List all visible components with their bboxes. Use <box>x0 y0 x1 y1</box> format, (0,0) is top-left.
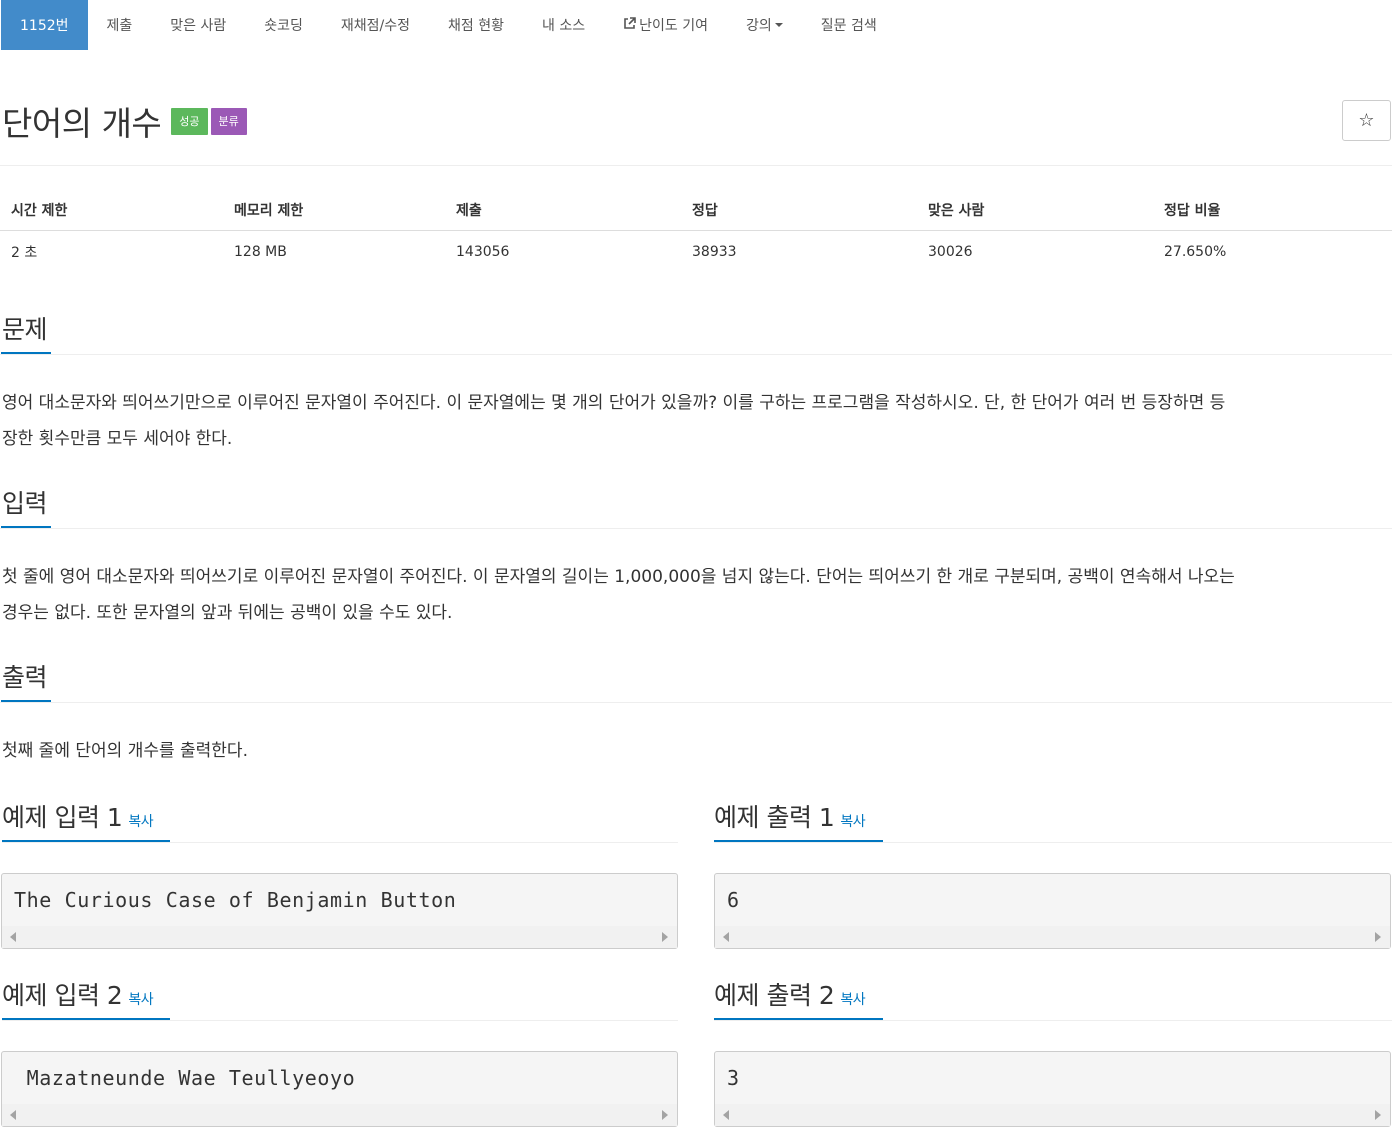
sample-input-2-title: 예제 입력 2 복사 <box>2 976 680 1012</box>
output-description: 첫째 줄에 단어의 개수를 출력한다. <box>2 733 1382 769</box>
scroll-right-icon[interactable] <box>662 932 668 942</box>
nav-my-source[interactable]: 내 소스 <box>523 0 604 50</box>
nav-submit[interactable]: 제출 <box>88 0 152 50</box>
value-memory-limit: 128 MB <box>234 243 287 260</box>
input-heading: 입력 <box>0 484 1392 530</box>
value-time-limit: 2 초 <box>11 244 38 261</box>
description-title: 문제 <box>2 315 48 344</box>
header-memory-limit: 메모리 제한 <box>234 203 304 219</box>
input-description: 첫 줄에 영어 대소문자와 띄어쓰기로 이루어진 문자열이 주어진다. 이 문자… <box>2 559 1382 631</box>
description-heading: 문제 <box>0 310 1392 356</box>
input-line: 경우는 없다. 또한 문자열의 앞과 뒤에는 공백이 있을 수도 있다. <box>2 603 453 623</box>
header-accepted: 정답 <box>692 203 718 219</box>
sample-input-1-code: The Curious Case of Benjamin Button <box>14 888 457 912</box>
sample-input-1-box[interactable]: The Curious Case of Benjamin Button <box>1 873 678 949</box>
horizontal-scrollbar[interactable] <box>715 1104 1390 1126</box>
output-title: 출력 <box>2 663 48 692</box>
sample-input-2-box[interactable]: Mazatneunde Wae Teullyeoyo <box>1 1051 678 1127</box>
heading-divider <box>0 528 1392 529</box>
category-badge[interactable]: 분류 <box>210 107 247 135</box>
nav-status[interactable]: 채점 현황 <box>429 0 523 50</box>
value-solved-users: 30026 <box>928 243 973 260</box>
description-line: 영어 대소문자와 띄어쓰기만으로 이루어진 문자열이 주어진다. 이 문자열에는… <box>2 393 1226 413</box>
heading-divider <box>714 1020 1392 1021</box>
status-badge-success: 성공 <box>171 107 208 135</box>
header-accept-ratio: 정답 비율 <box>1164 203 1221 219</box>
external-link-icon <box>623 16 636 34</box>
sample-output-1-code: 6 <box>727 888 740 912</box>
header-time-limit: 시간 제한 <box>11 203 68 219</box>
scroll-left-icon[interactable] <box>10 932 16 942</box>
nav-difficulty-contribution[interactable]: 난이도 기여 <box>604 0 727 50</box>
nav-problem-number[interactable]: 1152번 <box>1 0 88 50</box>
sample-input-1-title: 예제 입력 1 복사 <box>2 798 680 834</box>
value-submissions: 143056 <box>456 243 510 260</box>
sample-output-2-box[interactable]: 3 <box>714 1051 1391 1127</box>
nav-solved-users[interactable]: 맞은 사람 <box>151 0 245 50</box>
sample-output-2-label: 예제 출력 2 <box>714 981 835 1010</box>
copy-button[interactable]: 복사 <box>128 992 153 1008</box>
sample-output-2-heading: 예제 출력 2 복사 <box>714 976 1392 1022</box>
sample-output-2-title: 예제 출력 2 복사 <box>714 976 1392 1012</box>
sample-input-1-heading: 예제 입력 1 복사 <box>2 798 680 844</box>
nav-short-coding[interactable]: 숏코딩 <box>245 0 322 50</box>
sample-output-1-label: 예제 출력 1 <box>714 803 835 832</box>
heading-divider <box>0 702 1392 703</box>
table-row: 2 초 128 MB 143056 38933 30026 27.650% <box>0 231 1392 272</box>
sample-output-2-code: 3 <box>727 1066 740 1090</box>
scroll-right-icon[interactable] <box>662 1110 668 1120</box>
nav-lecture-label: 강의 <box>745 18 772 34</box>
heading-divider <box>714 842 1392 843</box>
scroll-left-icon[interactable] <box>723 1110 729 1120</box>
nav-difficulty-label: 난이도 기여 <box>639 18 708 34</box>
value-accepted: 38933 <box>692 243 737 260</box>
sample-output-1-heading: 예제 출력 1 복사 <box>714 798 1392 844</box>
copy-button[interactable]: 복사 <box>128 814 153 830</box>
page-title: 단어의 개수 <box>2 104 162 143</box>
header-submissions: 제출 <box>456 203 482 219</box>
input-line: 첫 줄에 영어 대소문자와 띄어쓰기로 이루어진 문자열이 주어진다. 이 문자… <box>2 567 1235 587</box>
nav-question-search[interactable]: 질문 검색 <box>802 0 896 50</box>
output-line: 첫째 줄에 단어의 개수를 출력한다. <box>2 741 248 761</box>
sample-input-1-label: 예제 입력 1 <box>2 803 123 832</box>
value-accept-ratio: 27.650% <box>1164 243 1227 260</box>
table-header-row: 시간 제한 메모리 제한 제출 정답 맞은 사람 정답 비율 <box>0 190 1392 231</box>
problem-description: 영어 대소문자와 띄어쓰기만으로 이루어진 문자열이 주어진다. 이 문자열에는… <box>2 385 1382 457</box>
horizontal-scrollbar[interactable] <box>2 926 677 948</box>
scroll-left-icon[interactable] <box>10 1110 16 1120</box>
problem-title-bar: 단어의 개수 성공 분류 <box>0 96 247 146</box>
copy-button[interactable]: 복사 <box>840 992 865 1008</box>
scroll-right-icon[interactable] <box>1375 1110 1381 1120</box>
sample-output-1-title: 예제 출력 1 복사 <box>714 798 1392 834</box>
problem-info-table: 시간 제한 메모리 제한 제출 정답 맞은 사람 정답 비율 2 초 128 M… <box>0 190 1392 272</box>
sample-input-2-heading: 예제 입력 2 복사 <box>2 976 680 1022</box>
heading-divider <box>2 842 678 843</box>
output-heading: 출력 <box>0 658 1392 704</box>
nav-lecture-dropdown[interactable]: 강의 <box>727 0 802 50</box>
horizontal-scrollbar[interactable] <box>2 1104 677 1126</box>
sample-output-1-box[interactable]: 6 <box>714 873 1391 949</box>
heading-divider <box>2 1020 678 1021</box>
scroll-left-icon[interactable] <box>723 932 729 942</box>
problem-menu: 1152번 제출 맞은 사람 숏코딩 재채점/수정 채점 현황 내 소스 난이도… <box>0 0 1392 50</box>
copy-button[interactable]: 복사 <box>840 814 865 830</box>
description-line: 장한 횟수만큼 모두 세어야 한다. <box>2 429 233 449</box>
caret-down-icon <box>774 23 783 27</box>
heading-divider <box>0 354 1392 355</box>
header-solved-users: 맞은 사람 <box>928 203 985 219</box>
sample-input-2-code: Mazatneunde Wae Teullyeoyo <box>14 1066 356 1090</box>
title-divider <box>0 165 1392 166</box>
scroll-right-icon[interactable] <box>1375 932 1381 942</box>
input-title: 입력 <box>2 489 48 518</box>
horizontal-scrollbar[interactable] <box>715 926 1390 948</box>
sample-input-2-label: 예제 입력 2 <box>2 981 123 1010</box>
favorite-button[interactable]: ☆ <box>1342 100 1391 141</box>
star-icon: ☆ <box>1358 110 1375 131</box>
nav-rejudge[interactable]: 재채점/수정 <box>322 0 429 50</box>
